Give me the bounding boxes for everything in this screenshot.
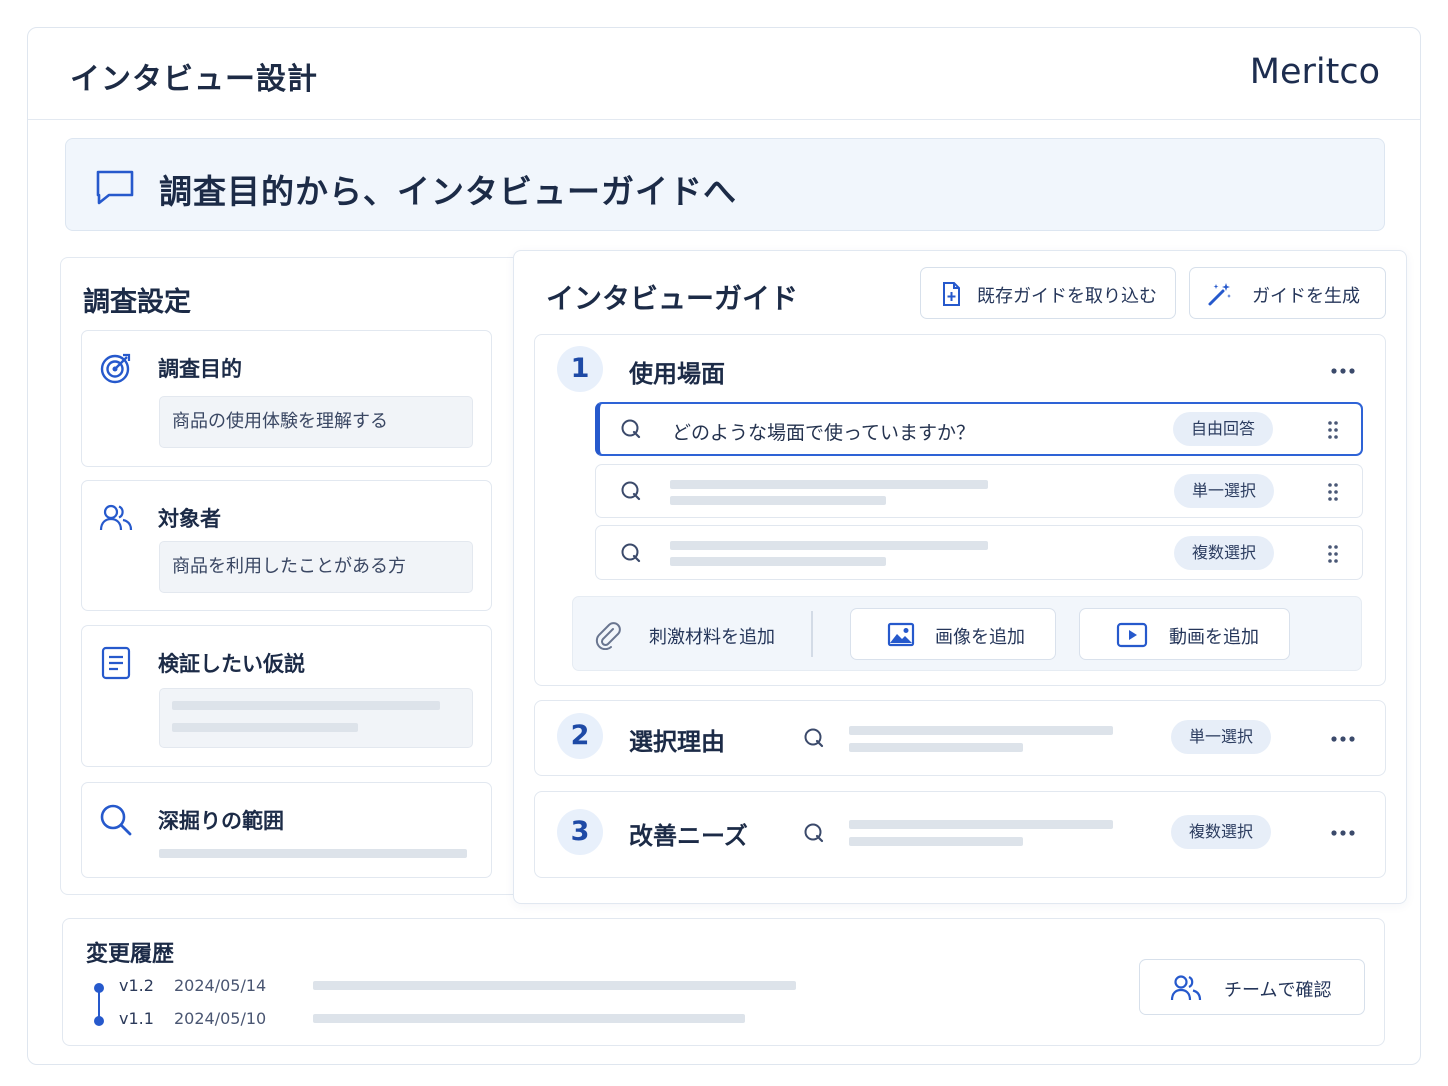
top-bar: インタビュー設計 Meritco	[28, 28, 1420, 120]
placeholder-line	[313, 981, 796, 990]
placeholder-line	[849, 820, 1113, 829]
hero-title: 調査目的から、インタビューガイドへ	[159, 172, 737, 211]
answer-type-badge[interactable]: 単一選択	[1174, 474, 1274, 508]
add-image-button[interactable]: 画像を追加	[850, 608, 1056, 660]
add-image-label: 画像を追加	[935, 627, 1025, 648]
more-icon[interactable]	[1330, 829, 1356, 837]
users-icon	[99, 504, 133, 531]
audience-field[interactable]: 商品を利用したことがある方	[159, 541, 473, 593]
scope-card[interactable]: 深掘りの範囲	[81, 782, 492, 878]
answer-type-badge[interactable]: 自由回答	[1173, 412, 1273, 446]
placeholder-line	[849, 726, 1113, 735]
purpose-field[interactable]: 商品の使用体験を理解する	[159, 396, 473, 448]
placeholder-line	[670, 541, 988, 550]
question-icon	[621, 419, 641, 439]
question-row[interactable]: 単一選択	[595, 464, 1363, 518]
hero-banner: 調査目的から、インタビューガイドへ	[65, 138, 1385, 231]
drag-handle-icon[interactable]	[1326, 482, 1340, 502]
add-stimulus-button[interactable]: 刺激材料を追加	[593, 622, 793, 652]
version-date: 2024/05/14	[174, 976, 267, 995]
purpose-label: 調査目的	[158, 357, 242, 381]
placeholder-line	[172, 723, 358, 732]
change-history-panel: 変更履歴 v1.2 2024/05/14 v1.1 2024/05/10 チーム…	[62, 918, 1385, 1046]
magic-wand-icon	[1208, 283, 1231, 306]
drag-handle-icon[interactable]	[1326, 420, 1340, 440]
file-import-icon	[943, 282, 960, 306]
answer-type-badge[interactable]: 単一選択	[1171, 720, 1271, 754]
page-title: インタビュー設計	[70, 62, 318, 97]
question-icon	[621, 481, 641, 501]
video-icon	[1116, 622, 1148, 648]
question-row[interactable]: 複数選択	[595, 525, 1363, 580]
stimulus-toolbar: 刺激材料を追加 画像を追加 動画を追加	[572, 596, 1362, 671]
timeline-dot	[94, 1016, 104, 1026]
placeholder-line	[849, 743, 1023, 752]
section-number: 1	[557, 346, 603, 392]
answer-type-badge[interactable]: 複数選択	[1174, 536, 1274, 570]
answer-type-badge[interactable]: 複数選択	[1171, 815, 1271, 849]
add-video-label: 動画を追加	[1169, 627, 1259, 648]
generate-guide-label: ガイドを生成	[1252, 286, 1360, 307]
generate-guide-button[interactable]: ガイドを生成	[1189, 267, 1386, 319]
question-icon	[621, 543, 641, 563]
question-icon	[804, 823, 824, 843]
placeholder-line	[670, 480, 988, 489]
drag-handle-icon[interactable]	[1326, 544, 1340, 564]
placeholder-line	[159, 849, 467, 858]
section-title: 改善ニーズ	[629, 822, 748, 850]
question-text: どのような場面で使っていますか？	[672, 422, 976, 444]
question-row[interactable]: どのような場面で使っていますか？ 自由回答	[595, 402, 1363, 456]
audience-card[interactable]: 対象者 商品を利用したことがある方	[81, 480, 492, 611]
placeholder-line	[313, 1014, 745, 1023]
hypothesis-card[interactable]: 検証したい仮説	[81, 625, 492, 767]
scope-label: 深掘りの範囲	[158, 809, 284, 833]
placeholder-line	[172, 701, 440, 710]
section-number: 3	[557, 809, 603, 855]
users-icon	[1170, 975, 1202, 1001]
divider	[811, 611, 813, 657]
guide-section-2[interactable]: 2 選択理由 単一選択	[534, 700, 1386, 776]
timeline-dot	[94, 983, 104, 993]
section-title: 選択理由	[629, 728, 725, 756]
audience-label: 対象者	[158, 507, 221, 531]
hypothesis-label: 検証したい仮説	[158, 652, 305, 676]
add-stimulus-label: 刺激材料を追加	[649, 627, 775, 648]
import-guide-button[interactable]: 既存ガイドを取り込む	[920, 267, 1176, 319]
guide-section-3[interactable]: 3 改善ニーズ 複数選択	[534, 791, 1386, 878]
version-label: v1.2	[119, 976, 154, 995]
team-review-label: チームで確認	[1224, 980, 1332, 1001]
import-guide-label: 既存ガイドを取り込む	[977, 286, 1157, 307]
section-title: 使用場面	[629, 360, 725, 388]
team-review-button[interactable]: チームで確認	[1139, 959, 1365, 1015]
placeholder-line	[670, 496, 886, 505]
image-icon	[887, 622, 915, 647]
hypothesis-field[interactable]	[159, 688, 473, 748]
search-icon	[100, 804, 132, 836]
brand-logo: Meritco	[1249, 52, 1380, 92]
section-number: 2	[557, 713, 603, 759]
more-icon[interactable]	[1330, 367, 1356, 375]
chat-bubble-icon	[96, 170, 134, 205]
settings-heading: 調査設定	[83, 287, 191, 318]
history-title: 変更履歴	[86, 942, 175, 967]
guide-heading: インタビューガイド	[546, 282, 799, 315]
document-icon	[101, 646, 131, 680]
purpose-card[interactable]: 調査目的 商品の使用体験を理解する	[81, 330, 492, 467]
placeholder-line	[670, 557, 886, 566]
question-icon	[804, 728, 824, 748]
version-date: 2024/05/10	[174, 1009, 267, 1028]
paperclip-icon	[595, 622, 621, 650]
version-label: v1.1	[119, 1009, 154, 1028]
survey-settings-panel: 調査設定 調査目的 商品の使用体験を理解する 対象者 商品を利用したことがある方…	[60, 257, 520, 895]
more-icon[interactable]	[1330, 735, 1356, 743]
target-icon	[100, 353, 131, 384]
placeholder-line	[849, 837, 1023, 846]
add-video-button[interactable]: 動画を追加	[1079, 608, 1290, 660]
